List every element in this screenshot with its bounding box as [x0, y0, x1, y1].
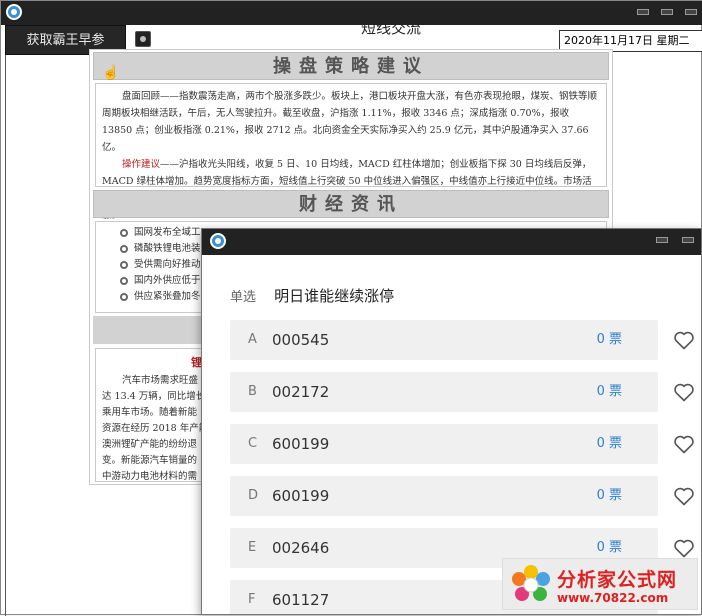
heart-icon[interactable]	[672, 536, 696, 560]
vote-titlebar	[202, 229, 701, 255]
option-vote-count: 0 票	[596, 488, 622, 503]
vote-type-label: 单选	[230, 290, 257, 305]
advice-label: 操作建议	[122, 159, 161, 170]
option-letter: C	[248, 436, 258, 451]
heart-icon[interactable]	[672, 380, 696, 404]
option-stock-code: 002172	[272, 383, 330, 401]
vote-option-a[interactable]: A 000545 0 票	[230, 320, 658, 360]
vote-question: 明日谁能继续涨停	[274, 287, 395, 305]
option-vote-count: 0 票	[596, 436, 622, 451]
maximize-button[interactable]	[682, 237, 694, 243]
option-letter: B	[248, 384, 257, 399]
strategy-paragraph: 盘面回顾——指数震荡走高，两市个股涨多跌少。板块上，港口板块开盘大涨，有色亦表现…	[95, 83, 607, 221]
bullet-icon	[120, 245, 128, 253]
heart-icon[interactable]	[672, 432, 696, 456]
app-logo-icon	[6, 4, 22, 20]
option-stock-code: 002646	[272, 539, 330, 557]
bullet-icon	[120, 261, 128, 269]
watermark-url: www.70822.com	[557, 591, 669, 605]
option-stock-code: 601127	[272, 591, 330, 609]
watermark-site-name: 分析家公式网	[557, 569, 678, 591]
bullet-icon	[120, 229, 128, 237]
option-stock-code: 600199	[272, 487, 330, 505]
heart-icon[interactable]	[672, 484, 696, 508]
vote-option-b[interactable]: B 002172 0 票	[230, 372, 658, 412]
minimize-button[interactable]	[656, 237, 668, 243]
option-vote-count: 0 票	[596, 332, 622, 347]
option-letter: D	[248, 488, 259, 503]
bullet-icon	[120, 277, 128, 285]
vote-dialog: 单选 明日谁能继续涨停 A 000545 0 票 B 002172 0 票 C …	[201, 228, 702, 615]
site-watermark: 分析家公式网 www.70822.com	[502, 558, 698, 610]
app-logo-icon	[210, 233, 226, 249]
vote-option-c[interactable]: C 600199 0 票	[230, 424, 658, 464]
news-heading: 财经资讯	[93, 190, 609, 218]
option-stock-code: 000545	[272, 331, 330, 349]
option-vote-count: 0 票	[596, 384, 622, 399]
minimize-button[interactable]	[637, 9, 649, 15]
close-button[interactable]	[685, 9, 697, 15]
option-letter: F	[248, 592, 256, 607]
window-title: 短线交流	[360, 19, 421, 37]
vote-option-d[interactable]: D 600199 0 票	[230, 476, 658, 516]
left-border	[5, 55, 6, 616]
option-stock-code: 600199	[272, 435, 330, 453]
maximize-button[interactable]	[661, 9, 673, 15]
bullet-icon	[120, 293, 128, 301]
heart-icon[interactable]	[672, 328, 696, 352]
flower-logo-icon	[512, 565, 550, 601]
strategy-heading: ☝ 操盘策略建议	[93, 52, 609, 81]
settings-icon[interactable]	[135, 31, 151, 47]
option-letter: A	[248, 332, 257, 347]
option-letter: E	[248, 540, 257, 555]
vote-header: 单选 明日谁能继续涨停	[230, 285, 394, 306]
market-review-text: 盘面回顾——指数震荡走高，两市个股涨多跌少。板块上，港口板块开盘大涨，有色亦表现…	[102, 91, 598, 153]
